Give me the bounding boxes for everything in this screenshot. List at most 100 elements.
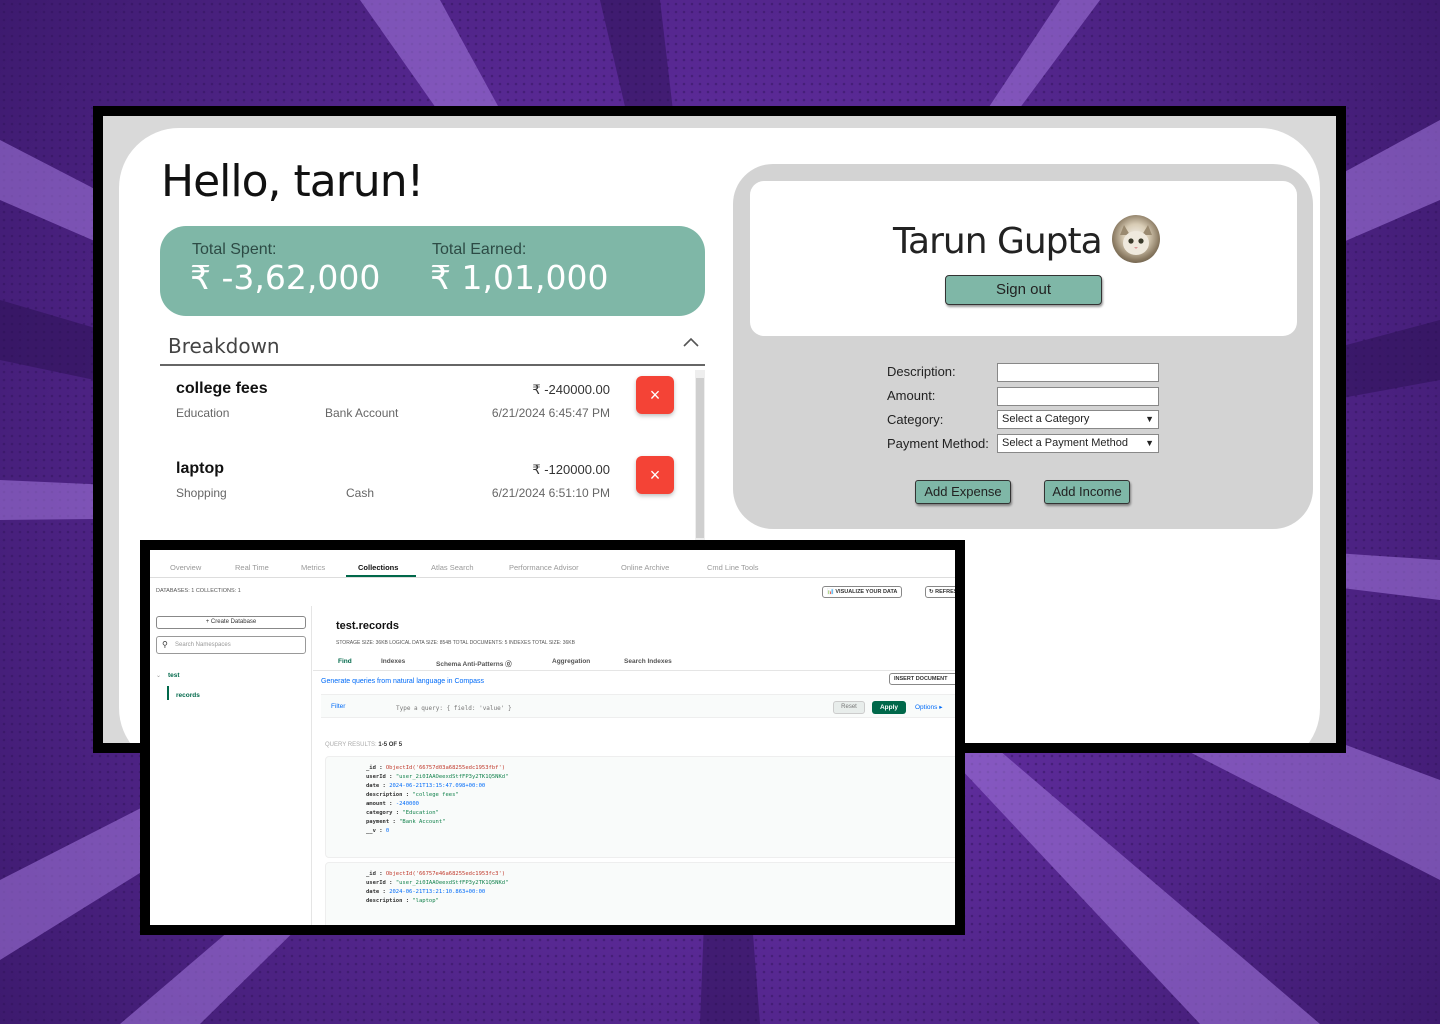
results-label: QUERY RESULTS: — [325, 742, 377, 748]
chevron-up-icon[interactable] — [683, 334, 699, 352]
scrollbar-thumb[interactable] — [696, 378, 704, 538]
refresh-button[interactable]: ↻ REFRESH — [925, 586, 955, 598]
tab-real-time[interactable]: Real Time — [235, 563, 269, 572]
transaction-description: laptop — [176, 460, 224, 477]
amount-input[interactable] — [997, 387, 1159, 406]
payment-label: Payment Method: — [887, 436, 989, 451]
total-earned-value: ₹ 1,01,000 — [430, 258, 609, 297]
filter-bar: Filter Type a query: { field: 'value' } … — [321, 694, 955, 718]
greeting-heading: Hello, tarun! — [161, 156, 424, 207]
tab-performance-advisor[interactable]: Performance Advisor — [509, 563, 579, 572]
transaction-description: college fees — [176, 380, 268, 397]
tab-cmd-line-tools[interactable]: Cmd Line Tools — [707, 563, 759, 572]
delete-button[interactable]: × — [636, 376, 674, 414]
doc-id: ObjectId('66757d03a68255edc1953fbf') — [385, 765, 506, 771]
avatar — [1112, 215, 1160, 263]
scrollbar[interactable] — [695, 370, 705, 540]
doc-payment: "Bank Account" — [399, 819, 446, 825]
doc-category: "Education" — [402, 810, 439, 816]
create-database-button[interactable]: + Create Database — [156, 616, 306, 629]
category-label: Category: — [887, 412, 944, 427]
sign-out-button[interactable]: Sign out — [945, 275, 1102, 305]
active-tab-indicator — [346, 575, 416, 577]
namespace-title: test.records — [336, 620, 399, 632]
search-placeholder: Search Namespaces — [175, 642, 231, 648]
transaction-category: Education — [176, 406, 230, 420]
category-select-value: Select a Category — [1002, 413, 1090, 425]
transaction-category: Shopping — [176, 486, 227, 500]
options-button[interactable]: Options ▸ — [915, 703, 942, 711]
doc-amount: -240000 — [395, 801, 419, 807]
doc-description: "laptop" — [412, 898, 439, 904]
delete-button[interactable]: × — [636, 456, 674, 494]
transaction-list: college fees Education Bank Account ₹ -2… — [160, 370, 705, 540]
add-income-button[interactable]: Add Income — [1044, 480, 1130, 504]
tab-overview[interactable]: Overview — [170, 563, 201, 572]
breakdown-accordion-header[interactable]: Breakdown — [160, 328, 705, 366]
chevron-down-icon: ▼ — [1145, 414, 1154, 424]
doc-date: 2024-06-21T13:21:10.863+00:00 — [389, 889, 486, 895]
database-item-test[interactable]: test — [168, 672, 180, 679]
subtab-aggregation[interactable]: Aggregation — [552, 658, 590, 665]
collection-view: test.records STORAGE SIZE: 36KB LOGICAL … — [313, 606, 955, 925]
total-spent-value: ₹ -3,62,000 — [190, 258, 381, 297]
insert-document-button[interactable]: INSERT DOCUMENT — [889, 673, 955, 685]
doc-userid: "user_2i0IAAOeexdStfFP3y2TK1Q5NKd" — [395, 774, 509, 780]
doc-id: ObjectId('66757e46a68255edc1953fc3') — [385, 871, 506, 877]
namespace-sidebar: + Create Database ⚲ Search Namespaces ⌄ … — [150, 606, 312, 925]
transaction-date: 6/21/2024 6:51:10 PM — [491, 486, 610, 500]
generate-queries-link[interactable]: Generate queries from natural language i… — [321, 678, 484, 685]
subtab-search-indexes[interactable]: Search Indexes — [624, 658, 672, 665]
add-expense-button[interactable]: Add Expense — [915, 480, 1011, 504]
tab-online-archive[interactable]: Online Archive — [621, 563, 669, 572]
transaction-date: 6/21/2024 6:45:47 PM — [491, 406, 610, 420]
caret-down-icon[interactable]: ⌄ — [156, 672, 161, 679]
profile-name: Tarun Gupta — [893, 221, 1103, 262]
side-panel: Tarun Gupta Sign out Description: Amount… — [733, 164, 1313, 529]
doc-version: 0 — [385, 828, 390, 834]
amount-label: Amount: — [887, 388, 936, 403]
subtab-schema-anti-patterns[interactable]: Schema Anti-Patterns ⓪ — [436, 658, 512, 668]
cluster-stats: DATABASES: 1 COLLECTIONS: 1 — [156, 588, 241, 594]
doc-userid: "user_2i0IAAOeexdStfFP3y2TK1Q5NKd" — [395, 880, 509, 886]
reset-button[interactable]: Reset — [833, 701, 865, 714]
filter-label[interactable]: Filter — [331, 703, 345, 710]
doc-date: 2024-06-21T13:15:47.098+00:00 — [389, 783, 486, 789]
query-results-count: QUERY RESULTS: 1-5 OF 5 — [325, 742, 402, 748]
atlas-tab-bar: Overview Real Time Metrics Collections A… — [150, 550, 955, 578]
document-card[interactable]: _id : ObjectId('66757e46a68255edc1953fc3… — [325, 862, 955, 925]
category-select[interactable]: Select a Category ▼ — [997, 410, 1159, 429]
collection-item-records[interactable]: records — [176, 692, 200, 699]
tab-metrics[interactable]: Metrics — [301, 563, 325, 572]
transaction-item: laptop Shopping Cash ₹ -120000.00 6/21/2… — [160, 450, 680, 520]
selected-indicator — [167, 686, 169, 700]
query-input[interactable]: Type a query: { field: 'value' } — [396, 705, 512, 712]
tab-collections[interactable]: Collections — [358, 563, 398, 572]
tab-atlas-search[interactable]: Atlas Search — [431, 563, 474, 572]
visualize-data-button[interactable]: 📊 VISUALIZE YOUR DATA — [822, 586, 903, 598]
profile-card: Tarun Gupta Sign out — [750, 181, 1297, 336]
description-label: Description: — [887, 364, 956, 379]
subtab-indexes[interactable]: Indexes — [381, 658, 405, 665]
total-earned-label: Total Earned: — [432, 241, 527, 258]
divider — [313, 670, 955, 671]
search-icon: ⚲ — [162, 640, 168, 649]
results-count: 1-5 OF 5 — [378, 742, 403, 748]
chevron-down-icon: ▼ — [1145, 438, 1154, 448]
breakdown-title: Breakdown — [168, 334, 280, 358]
namespace-stats: STORAGE SIZE: 36KB LOGICAL DATA SIZE: 85… — [336, 640, 575, 646]
transaction-payment: Cash — [346, 486, 375, 500]
transaction-payment: Bank Account — [325, 406, 399, 420]
subtab-find[interactable]: Find — [338, 658, 352, 665]
doc-description: "college fees" — [412, 792, 459, 798]
search-namespaces-input[interactable]: ⚲ Search Namespaces — [156, 636, 306, 654]
description-input[interactable] — [997, 363, 1159, 382]
transaction-amount: ₹ -120000.00 — [532, 462, 610, 477]
totals-card: Total Spent: ₹ -3,62,000 Total Earned: ₹… — [160, 226, 705, 316]
apply-button[interactable]: Apply — [872, 701, 906, 714]
transaction-amount: ₹ -240000.00 — [532, 382, 610, 397]
payment-select[interactable]: Select a Payment Method ▼ — [997, 434, 1159, 453]
document-card[interactable]: _id : ObjectId('66757d03a68255edc1953fbf… — [325, 756, 955, 858]
total-spent-label: Total Spent: — [192, 241, 277, 258]
transaction-item: college fees Education Bank Account ₹ -2… — [160, 370, 680, 440]
